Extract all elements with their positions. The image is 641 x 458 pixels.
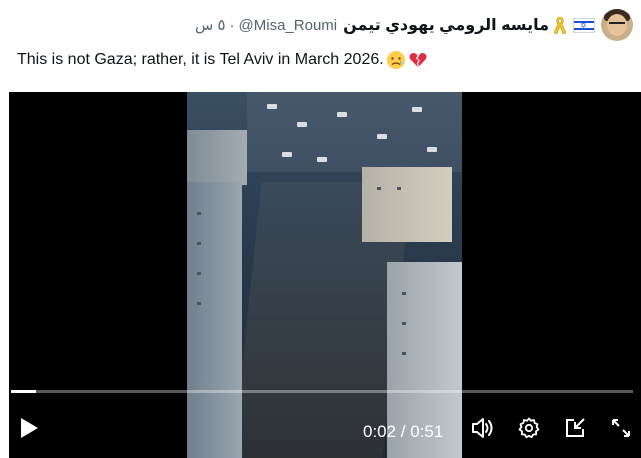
israel-flag-icon: ✡ xyxy=(573,17,595,33)
author-display-name[interactable]: مايسه الرومي يهودي تيمن xyxy=(343,15,549,35)
tweet-text: This is not Gaza; rather, it is Tel Aviv… xyxy=(17,50,428,70)
volume-icon[interactable] xyxy=(471,416,495,440)
separator-dot: · xyxy=(229,16,235,34)
video-controls: 0:02 / 0:51 xyxy=(9,398,641,458)
avatar[interactable] xyxy=(601,9,633,41)
video-progress-fill xyxy=(11,390,36,393)
play-icon[interactable] xyxy=(17,416,41,440)
crying-face-icon xyxy=(386,50,406,70)
tweet-header: ✡ مايسه الرومي يهودي تيمن @Misa_Roumi · … xyxy=(195,8,633,42)
tweet-text-content: This is not Gaza; rather, it is Tel Aviv… xyxy=(17,51,384,68)
tweet-timestamp[interactable]: ٥ س xyxy=(195,16,226,34)
video-progress-bar[interactable] xyxy=(11,390,633,393)
picture-in-picture-icon[interactable] xyxy=(563,416,587,440)
broken-heart-icon xyxy=(408,50,428,70)
fullscreen-icon[interactable] xyxy=(609,416,633,440)
video-timecode: 0:02 / 0:51 xyxy=(363,422,444,441)
gear-icon[interactable] xyxy=(517,416,541,440)
author-handle[interactable]: @Misa_Roumi xyxy=(239,17,338,34)
video-player[interactable]: 0:02 / 0:51 xyxy=(9,92,641,458)
yellow-ribbon-icon xyxy=(553,15,567,35)
